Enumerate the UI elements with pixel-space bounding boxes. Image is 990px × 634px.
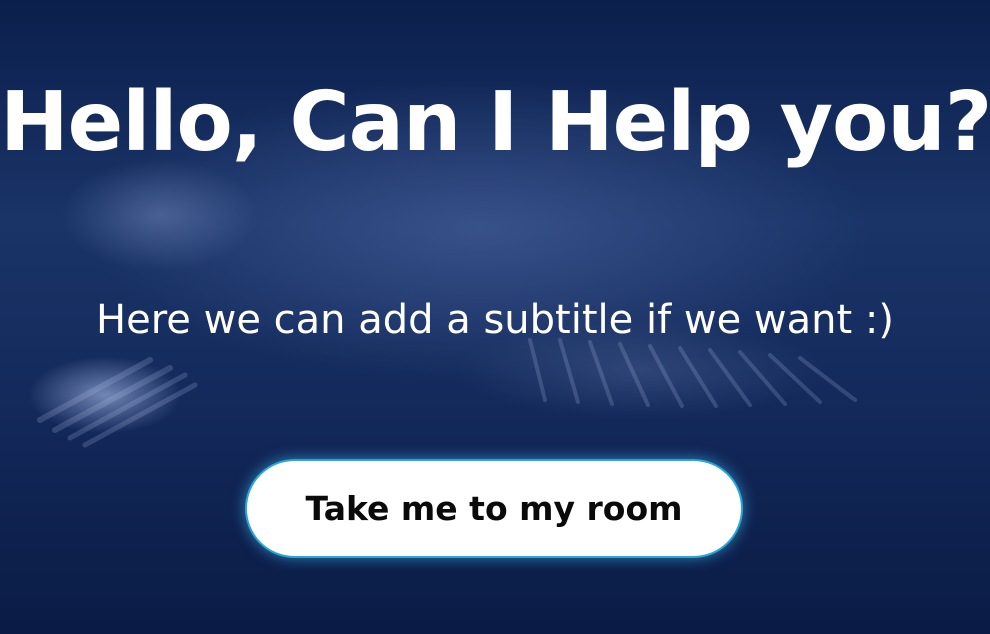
button-label: Take me to my room [305,489,683,528]
hero-title: Hello, Can I Help you? [0,75,990,170]
take-me-to-my-room-button[interactable]: Take me to my room [245,459,743,558]
hero-subtitle: Here we can add a subtitle if we want :) [96,297,894,343]
